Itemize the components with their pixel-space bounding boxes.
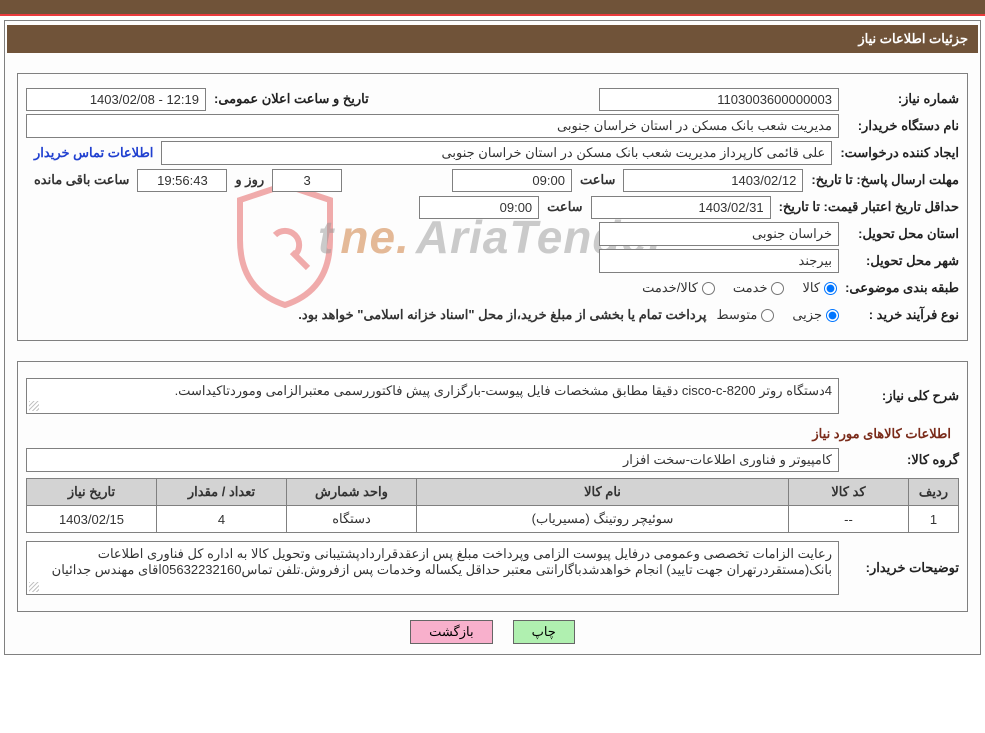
- announce-label: تاریخ و ساعت اعلان عمومی:: [206, 91, 369, 107]
- days-label: روز و: [235, 172, 264, 188]
- class-both-radio[interactable]: کالا/خدمت: [642, 280, 715, 296]
- cell-code: --: [789, 506, 909, 533]
- purchase-type-label: نوع فرآیند خرید :: [839, 307, 959, 323]
- time-remaining-field: 19:56:43: [137, 169, 227, 192]
- buyer-notes-label: توضیحات خریدار:: [839, 560, 959, 576]
- time-label-2: ساعت: [547, 199, 582, 215]
- city-field: بیرجند: [599, 249, 839, 273]
- classification-label: طبقه بندی موضوعی:: [837, 280, 959, 296]
- need-desc-label: شرح کلی نیاز:: [839, 388, 959, 404]
- table-header-row: ردیف کد کالا نام کالا واحد شمارش تعداد /…: [27, 479, 959, 506]
- print-button[interactable]: چاپ: [513, 620, 575, 644]
- resize-handle-icon[interactable]: [29, 401, 39, 411]
- announce-field: 12:19 - 1403/02/08: [26, 88, 206, 111]
- decorative-top-brown-bar: [0, 0, 985, 14]
- validity-date-field: 1403/02/31: [591, 196, 771, 219]
- deadline-time-field: 09:00: [452, 169, 572, 192]
- days-remaining-field: 3: [272, 169, 342, 192]
- items-table: ردیف کد کالا نام کالا واحد شمارش تعداد /…: [26, 478, 959, 533]
- th-qty: تعداد / مقدار: [157, 479, 287, 506]
- buyer-notes-field: رعایت الزامات تخصصی وعمومی درفایل پیوست …: [26, 541, 839, 595]
- pt-partial-radio[interactable]: جزیی: [792, 307, 839, 323]
- class-khedmat-radio[interactable]: خدمت: [733, 280, 785, 296]
- decorative-red-bar: [0, 14, 985, 16]
- purchase-note: پرداخت تمام یا بخشی از مبلغ خرید،از محل …: [298, 307, 706, 323]
- pt-medium-radio[interactable]: متوسط: [716, 307, 774, 323]
- need-desc-field: 4دستگاه روتر cisco-c-8200 دقیقا مطابق مش…: [26, 378, 839, 414]
- city-label: شهر محل تحویل:: [839, 253, 959, 269]
- buyer-org-field: مدیریت شعب بانک مسکن در استان خراسان جنو…: [26, 114, 839, 138]
- remaining-label: ساعت باقی مانده: [34, 172, 129, 188]
- cell-unit: دستگاه: [287, 506, 417, 533]
- validity-time-field: 09:00: [419, 196, 539, 219]
- requester-label: ایجاد کننده درخواست:: [832, 145, 959, 161]
- buyer-org-label: نام دستگاه خریدار:: [839, 118, 959, 134]
- cell-name: سوئیچر روتینگ (مسیریاب): [417, 506, 789, 533]
- province-field: خراسان جنوبی: [599, 222, 839, 246]
- province-label: استان محل تحویل:: [839, 226, 959, 242]
- need-detail-panel: شرح کلی نیاز: 4دستگاه روتر cisco-c-8200 …: [17, 361, 968, 612]
- validity-label: حداقل تاریخ اعتبار قیمت: تا تاریخ:: [771, 199, 959, 215]
- need-number-label: شماره نیاز:: [839, 91, 959, 107]
- page-title-bar: جزئیات اطلاعات نیاز: [7, 25, 978, 53]
- classification-radio-group: کالا خدمت کالا/خدمت: [642, 280, 837, 296]
- th-date: تاریخ نیاز: [27, 479, 157, 506]
- cell-qty: 4: [157, 506, 287, 533]
- requester-field: علی قائمی کارپرداز مدیریت شعب بانک مسکن …: [161, 141, 832, 165]
- page-frame: جزئیات اطلاعات نیاز AriaTender.net شماره…: [4, 20, 981, 655]
- class-kala-radio[interactable]: کالا: [802, 280, 837, 296]
- th-code: کد کالا: [789, 479, 909, 506]
- items-section-title: اطلاعات کالاهای مورد نیاز: [34, 426, 951, 442]
- table-row: 1 -- سوئیچر روتینگ (مسیریاب) دستگاه 4 14…: [27, 506, 959, 533]
- need-info-panel: شماره نیاز: 1103003600000003 تاریخ و ساع…: [17, 73, 968, 341]
- need-number-field: 1103003600000003: [599, 88, 839, 111]
- page-title: جزئیات اطلاعات نیاز: [858, 31, 968, 46]
- group-label: گروه کالا:: [839, 452, 959, 468]
- back-button[interactable]: بازگشت: [410, 620, 492, 644]
- cell-row: 1: [909, 506, 959, 533]
- cell-date: 1403/02/15: [27, 506, 157, 533]
- purchase-type-radio-group: جزیی متوسط: [716, 307, 839, 323]
- action-buttons: چاپ بازگشت: [7, 620, 978, 644]
- group-field: کامپیوتر و فناوری اطلاعات-سخت افزار: [26, 448, 839, 472]
- th-row: ردیف: [909, 479, 959, 506]
- th-unit: واحد شمارش: [287, 479, 417, 506]
- th-name: نام کالا: [417, 479, 789, 506]
- deadline-label: مهلت ارسال پاسخ: تا تاریخ:: [803, 172, 959, 188]
- deadline-date-field: 1403/02/12: [623, 169, 803, 192]
- resize-handle-icon[interactable]: [29, 582, 39, 592]
- time-label-1: ساعت: [580, 172, 615, 188]
- buyer-contact-link[interactable]: اطلاعات تماس خریدار: [34, 145, 153, 161]
